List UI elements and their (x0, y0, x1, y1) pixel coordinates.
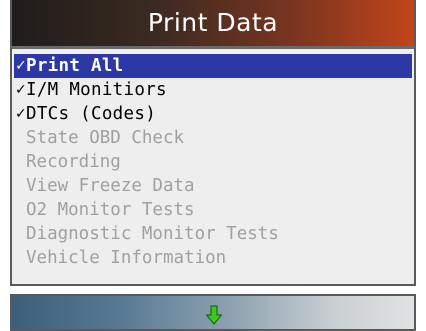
title-bar: Print Data (10, 0, 416, 46)
menu-item-label: I/M Monitiors (26, 80, 167, 100)
menu-item-label: State OBD Check (26, 128, 185, 148)
menu-item-print-all[interactable]: ✓Print All (14, 54, 412, 78)
menu-item-vehicle-information[interactable]: Vehicle Information (14, 246, 412, 270)
menu-item-label: Vehicle Information (26, 248, 227, 268)
menu-item-im-monitors[interactable]: ✓I/M Monitiors (14, 78, 412, 102)
menu-item-label: Recording (26, 152, 121, 172)
down-arrow-shape (205, 305, 223, 325)
check-icon: ✓ (15, 106, 27, 122)
menu-item-view-freeze-data[interactable]: View Freeze Data (14, 174, 412, 198)
menu-item-label: View Freeze Data (26, 176, 195, 196)
screen-title: Print Data (147, 8, 279, 37)
menu-list: ✓Print All ✓I/M Monitiors ✓DTCs (Codes) … (14, 54, 412, 270)
check-icon: ✓ (15, 58, 27, 74)
menu-item-recording[interactable]: Recording (14, 150, 412, 174)
scan-tool-screen: Print Data ✓Print All ✓I/M Monitiors ✓DT… (0, 0, 426, 331)
menu-item-diagnostic-monitor-tests[interactable]: Diagnostic Monitor Tests (14, 222, 412, 246)
menu-item-state-obd-check[interactable]: State OBD Check (14, 126, 412, 150)
menu-item-dtcs-codes[interactable]: ✓DTCs (Codes) (14, 102, 412, 126)
status-bar (10, 294, 416, 331)
menu-panel: ✓Print All ✓I/M Monitiors ✓DTCs (Codes) … (10, 46, 416, 286)
down-arrow-icon[interactable] (205, 305, 223, 325)
check-icon: ✓ (15, 82, 27, 98)
menu-item-label: O2 Monitor Tests (26, 200, 195, 220)
menu-item-o2-monitor-tests[interactable]: O2 Monitor Tests (14, 198, 412, 222)
menu-item-label: Diagnostic Monitor Tests (26, 224, 279, 244)
menu-item-label: Print All (26, 56, 124, 76)
menu-item-label: DTCs (Codes) (26, 104, 157, 124)
